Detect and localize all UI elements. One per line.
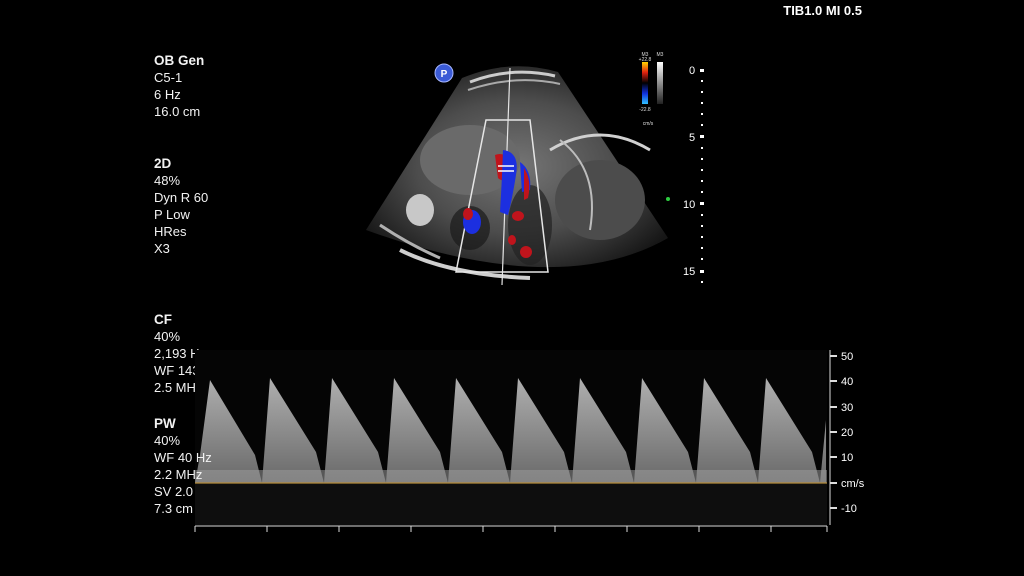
doppler-velocity-scale: 50 40 30 20 10 cm/s -10 xyxy=(829,350,865,525)
color-bar-label-right: M3 xyxy=(657,52,664,58)
color-bar-unit: cm/s xyxy=(643,121,654,127)
velocity-unit-label: cm/s xyxy=(841,478,865,490)
velocity-label-40: 40 xyxy=(841,376,853,388)
b-mode-sector-image xyxy=(366,66,668,280)
depth-label-15: 15 xyxy=(683,266,695,278)
focus-marker xyxy=(666,197,670,201)
color-bar-top-value: +22.8 xyxy=(639,57,652,63)
mode-pw-gate-depth: 7.3 cm xyxy=(154,501,194,516)
color-bar-bottom-value: -22.8 xyxy=(639,107,651,113)
mode-pw-gain: 40% xyxy=(154,433,181,448)
depth-scale: 0 5 10 15 xyxy=(683,65,704,283)
mode-pw-sample-volume: SV 2.0 xyxy=(154,484,194,499)
depth-label-5: 5 xyxy=(689,132,695,144)
velocity-label-minus-10: -10 xyxy=(841,503,857,515)
time-axis-ticks xyxy=(194,526,828,532)
depth-label-0: 0 xyxy=(689,65,695,77)
velocity-label-50: 50 xyxy=(841,351,853,363)
color-velocity-bar: M3 M3 +22.8 -22.8 cm/s xyxy=(639,52,664,127)
velocity-label-20: 20 xyxy=(841,427,853,439)
mode-pw-wall-filter: WF 40 Hz xyxy=(154,450,212,465)
velocity-label-30: 30 xyxy=(841,402,853,414)
mode-pw-frequency: 2.2 MHz xyxy=(154,467,203,482)
velocity-label-10: 10 xyxy=(841,452,853,464)
depth-label-10: 10 xyxy=(683,199,695,211)
probe-marker-label: P xyxy=(441,69,448,80)
mode-pw-title: PW xyxy=(154,416,176,431)
